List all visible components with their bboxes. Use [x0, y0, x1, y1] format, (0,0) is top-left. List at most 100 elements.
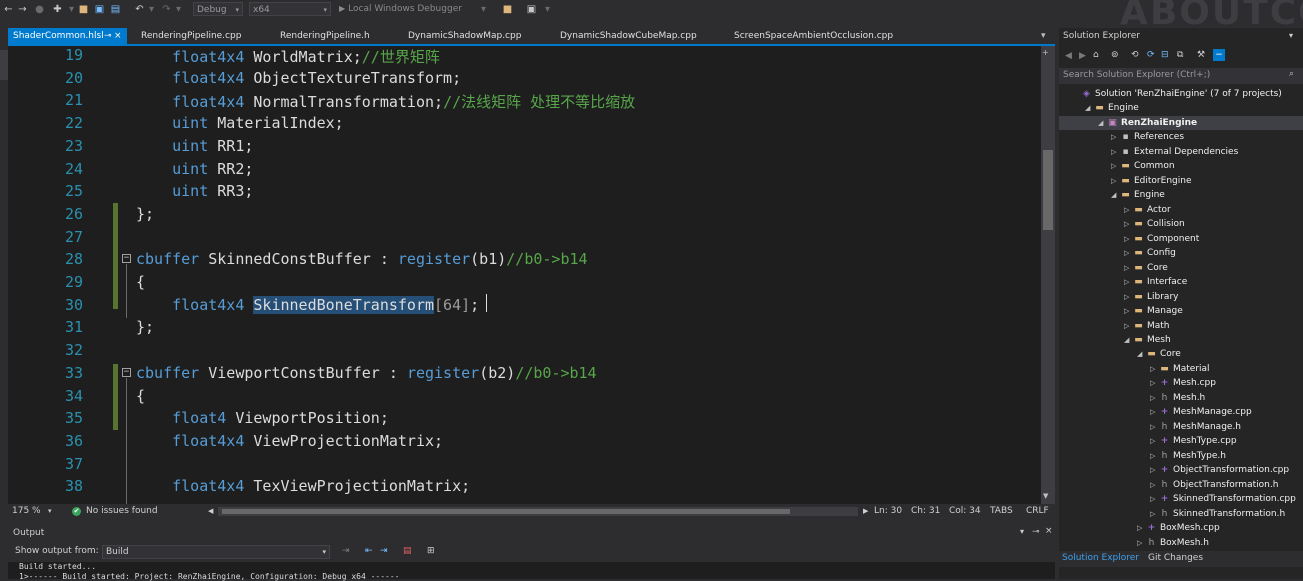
collapsed-arrow-icon[interactable]: ▷ [1150, 376, 1159, 390]
save-all-icon[interactable]: ▤ [110, 4, 121, 15]
collapsed-arrow-icon[interactable]: ▷ [1124, 304, 1133, 318]
tree-item[interactable]: ▷ ▪ External Dependencies [1059, 145, 1303, 159]
expanded-arrow-icon[interactable]: ◢ [1124, 333, 1133, 347]
code-editor[interactable]: 19 float4x4 WorldMatrix;//世界矩阵 20 float4x… [8, 46, 1041, 504]
column-indicator[interactable]: Col: 34 [949, 504, 981, 519]
zoom-level[interactable]: 175 % [12, 504, 41, 519]
home-icon[interactable]: ⌂ [1093, 50, 1099, 60]
undo-icon[interactable]: ↶ [134, 4, 145, 15]
tree-item[interactable]: ▷ ▬ Component [1059, 232, 1303, 246]
collapsed-arrow-icon[interactable]: ▷ [1111, 145, 1120, 159]
redo-icon[interactable]: ↷ [161, 4, 172, 15]
collapsed-arrow-icon[interactable]: ▷ [1124, 203, 1133, 217]
tree-item[interactable]: ▷ ▬ Library [1059, 290, 1303, 304]
tree-item[interactable]: ▷ h Mesh.h [1059, 391, 1303, 405]
pin-icon[interactable]: ⊸ [1032, 527, 1040, 537]
toolbox-tab[interactable] [0, 50, 8, 80]
fold-toggle-skinned[interactable]: − [122, 254, 131, 263]
tree-item[interactable]: ◢ ▬ Core [1059, 347, 1303, 361]
collapsed-arrow-icon[interactable]: ▷ [1150, 507, 1159, 521]
previous-message-icon[interactable]: ⇤ [365, 546, 373, 556]
tab-dynamicshadowcubemap-cpp[interactable]: DynamicShadowCubeMap.cpp [560, 28, 697, 44]
tree-item[interactable]: ▷ h SkinnedTransformation.h [1059, 507, 1303, 521]
tree-item[interactable]: ▷ ▬ Core [1059, 261, 1303, 275]
scroll-left-icon[interactable]: ◀ [208, 504, 213, 519]
switch-views-icon[interactable]: ⊚ [1111, 50, 1119, 60]
output-source-dropdown[interactable]: Build ▾ [102, 545, 330, 559]
word-wrap-icon[interactable]: ⊞ [427, 546, 435, 556]
editor-scroll-thumb[interactable] [1043, 150, 1053, 230]
pending-changes-filter-icon[interactable]: ⟲ [1131, 50, 1139, 60]
collapsed-arrow-icon[interactable]: ▷ [1150, 463, 1159, 477]
tab-shadercommon[interactable]: ShaderCommon.hlsl ⊸ × [8, 28, 127, 44]
split-editor-icon[interactable]: + [1042, 48, 1049, 57]
solution-search-input[interactable]: Search Solution Explorer (Ctrl+;) ⌕ [1059, 68, 1303, 84]
dropdown-icon[interactable]: ▾ [66, 4, 77, 15]
forward-icon[interactable]: ▶ [1079, 51, 1086, 61]
tree-item[interactable]: ▷ ▬ Interface [1059, 275, 1303, 289]
preview-selected-icon[interactable]: − [1213, 49, 1225, 61]
collapsed-arrow-icon[interactable]: ▷ [1150, 478, 1159, 492]
tab-solution-explorer[interactable]: Solution Explorer [1062, 553, 1139, 563]
tree-item[interactable]: ▷ ▬ Common [1059, 159, 1303, 173]
tree-item[interactable]: ◈ Solution 'RenZhaiEngine' (7 of 7 projec… [1059, 87, 1303, 101]
next-message-icon[interactable]: ⇥ [380, 546, 388, 556]
tree-item[interactable]: ◢ ▬ Mesh [1059, 333, 1303, 347]
tab-list-dropdown-icon[interactable]: ▾ [1041, 28, 1046, 44]
configuration-dropdown[interactable]: Debug ▾ [193, 2, 243, 16]
tree-item[interactable]: ◢ ▬ Engine [1059, 188, 1303, 202]
scroll-right-icon[interactable]: ▶ [863, 504, 868, 519]
properties-icon[interactable]: ⚒ [1197, 50, 1205, 60]
collapsed-arrow-icon[interactable]: ▷ [1124, 275, 1133, 289]
fold-toggle-viewport[interactable]: − [122, 368, 131, 377]
new-item-icon[interactable]: ✚ [52, 4, 63, 15]
collapsed-arrow-icon[interactable]: ▷ [1150, 492, 1159, 506]
undo-dropdown-icon[interactable]: ▾ [146, 4, 157, 15]
expanded-arrow-icon[interactable]: ◢ [1111, 188, 1120, 202]
toolbar-overflow-icon[interactable]: ▾ [542, 4, 553, 15]
panel-options-icon[interactable]: ▾ [1289, 31, 1293, 40]
line-ending[interactable]: CRLF [1026, 504, 1049, 519]
collapsed-arrow-icon[interactable]: ▷ [1111, 174, 1120, 188]
back-icon[interactable]: ← [3, 4, 14, 15]
collapsed-arrow-icon[interactable]: ▷ [1124, 217, 1133, 231]
tree-item[interactable]: ▷ ▬ EditorEngine [1059, 174, 1303, 188]
tree-item[interactable]: ▷ + MeshManage.cpp [1059, 405, 1303, 419]
run-debugger-button[interactable]: ▶ Local Windows Debugger [339, 2, 462, 16]
tree-item[interactable]: ▷ + BoxMesh.cpp [1059, 521, 1303, 535]
collapsed-arrow-icon[interactable]: ▷ [1124, 261, 1133, 275]
panel-options-icon[interactable]: ▾ [1020, 527, 1024, 536]
save-icon[interactable]: ▣ [94, 4, 105, 15]
output-text[interactable]: Build started... 1>------ Build started:… [8, 562, 1055, 581]
tree-item[interactable]: ▷ h MeshType.h [1059, 449, 1303, 463]
expanded-arrow-icon[interactable]: ◢ [1085, 101, 1094, 115]
tree-item[interactable]: ▷ ▬ Actor [1059, 203, 1303, 217]
collapsed-arrow-icon[interactable]: ▷ [1111, 130, 1120, 144]
tree-item[interactable]: ◢ ▣ RenZhaiEngine [1059, 115, 1303, 130]
tab-renderingpipeline-h[interactable]: RenderingPipeline.h [280, 28, 370, 44]
open-folder-icon[interactable]: ■ [78, 4, 89, 15]
collapsed-arrow-icon[interactable]: ▷ [1124, 246, 1133, 260]
collapsed-arrow-icon[interactable]: ▷ [1150, 434, 1159, 448]
collapse-all-icon[interactable]: ⊟ [1161, 50, 1169, 60]
tab-ssao-cpp[interactable]: ScreenSpaceAmbientOcclusion.cpp [734, 28, 893, 44]
refresh-icon[interactable]: ● [34, 4, 45, 15]
scroll-down-icon[interactable]: ▼ [1043, 492, 1048, 500]
close-icon[interactable]: × [114, 28, 122, 44]
folder-icon[interactable]: ■ [502, 4, 513, 15]
tab-dynamicshadowmap-cpp[interactable]: DynamicShadowMap.cpp [408, 28, 521, 44]
goto-message-icon[interactable]: ⇥ [342, 546, 350, 556]
collapsed-arrow-icon[interactable]: ▷ [1111, 159, 1120, 173]
horizontal-scroll-thumb[interactable] [222, 509, 790, 514]
tree-item[interactable]: ▷ h MeshManage.h [1059, 420, 1303, 434]
back-icon[interactable]: ◀ [1065, 51, 1072, 61]
tree-item[interactable]: ▷ + ObjectTransformation.cpp [1059, 463, 1303, 477]
tree-item[interactable]: ▷ ▬ Manage [1059, 304, 1303, 318]
tree-item[interactable]: ▷ + Mesh.cpp [1059, 376, 1303, 390]
platform-dropdown[interactable]: x64 ▾ [249, 2, 331, 16]
collapsed-arrow-icon[interactable]: ▷ [1124, 319, 1133, 333]
collapsed-arrow-icon[interactable]: ▷ [1124, 232, 1133, 246]
clear-all-icon[interactable]: ▤ [403, 546, 412, 556]
collapsed-arrow-icon[interactable]: ▷ [1150, 391, 1159, 405]
expanded-arrow-icon[interactable]: ◢ [1137, 347, 1146, 361]
